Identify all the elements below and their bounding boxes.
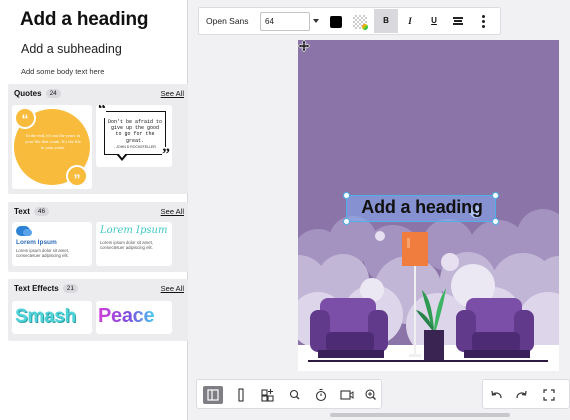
text-card-title: Lorem Ipsum — [100, 225, 168, 236]
text-effects-title: Text Effects — [14, 284, 59, 293]
effect-smash-text: Smash — [15, 306, 76, 327]
more-options-icon[interactable] — [471, 9, 495, 33]
text-card-title: Lorem Ipsum — [16, 239, 57, 246]
close-quote-icon: ” — [162, 146, 170, 163]
text-effects-header: Text Effects 21 — [14, 284, 78, 293]
italic-button[interactable]: I — [398, 9, 422, 33]
move-cursor-icon — [298, 40, 310, 52]
text-card-body: Lorem ipsum dolor sit amet, consectetuer… — [16, 248, 70, 259]
zoom-in-icon[interactable] — [361, 386, 381, 404]
horizontal-scrollbar[interactable] — [330, 413, 510, 417]
add-subheading-preset[interactable]: Add a subheading — [21, 42, 122, 56]
text-format-toolbar: Open Sans 64 B I U — [198, 7, 501, 35]
canvas-tools-bar — [196, 379, 382, 409]
text-panel: Add a heading Add a subheading Add some … — [0, 0, 188, 420]
font-family-select[interactable]: Open Sans — [206, 16, 249, 26]
fullscreen-icon[interactable] — [539, 386, 559, 404]
quote-card-author: - JOHN D ROCKEFELLER — [114, 145, 156, 149]
quote-card-text: In the end, it's not the years in your l… — [25, 133, 81, 150]
text-title: Text — [14, 207, 30, 216]
open-quote-icon: “ — [14, 107, 36, 129]
text-section: Text 46 See All Lorem Ipsum Lorem ipsum … — [8, 202, 188, 272]
text-see-all-link[interactable]: See All — [161, 207, 184, 216]
bold-button[interactable]: B — [374, 9, 398, 33]
text-background-icon[interactable] — [353, 15, 368, 30]
resize-handle-top-right[interactable] — [492, 192, 499, 199]
text-color-swatch[interactable] — [330, 16, 342, 28]
text-effects-section: Text Effects 21 See All Smash Peace — [8, 279, 188, 341]
effect-peace-text: Peace — [98, 305, 155, 327]
open-quote-icon: “ — [98, 105, 106, 118]
resize-handle-bottom-left[interactable] — [343, 218, 350, 225]
zoom-icon[interactable] — [285, 386, 305, 404]
text-count: 46 — [33, 207, 50, 216]
quote-card-orange[interactable]: “ ” In the end, it's not the years in yo… — [12, 105, 92, 189]
selected-heading-textbox[interactable]: Add a heading — [346, 195, 496, 222]
font-size-dropdown-icon[interactable] — [313, 19, 319, 23]
text-header: Text 46 — [14, 207, 50, 216]
undo-icon[interactable] — [487, 386, 507, 404]
underline-button[interactable]: U — [422, 9, 446, 33]
align-center-button[interactable] — [446, 9, 470, 33]
design-canvas[interactable]: Add a heading — [298, 40, 559, 371]
add-heading-preset[interactable]: Add a heading — [20, 9, 148, 31]
quote-card-speech[interactable]: “ ” Don't be afraid to give up the good … — [96, 105, 172, 167]
text-effects-see-all-link[interactable]: See All — [161, 284, 184, 293]
quotes-count: 24 — [45, 89, 61, 98]
quotes-header: Quotes 24 — [14, 89, 61, 98]
video-icon[interactable] — [337, 386, 357, 404]
add-body-text-preset[interactable]: Add some body text here — [21, 67, 104, 76]
effect-card-smash[interactable]: Smash — [12, 301, 92, 334]
text-effects-count: 21 — [62, 284, 78, 293]
font-size-input[interactable]: 64 — [260, 12, 310, 31]
quotes-section: Quotes 24 See All “ ” In the end, it's n… — [8, 84, 188, 194]
history-view-bar — [482, 379, 570, 409]
layout-icon[interactable] — [203, 386, 223, 404]
add-page-icon[interactable] — [257, 386, 277, 404]
resize-handle-bottom-right[interactable] — [492, 218, 499, 225]
redo-icon[interactable] — [511, 386, 531, 404]
close-quote-icon: ” — [66, 165, 88, 187]
timer-icon[interactable] — [311, 386, 331, 404]
page-icon[interactable] — [231, 386, 251, 404]
quotes-title: Quotes — [14, 89, 42, 98]
text-card-body: Lorem ipsum dolor sit amet, consectetuer… — [100, 240, 154, 251]
quotes-see-all-link[interactable]: See All — [161, 89, 184, 98]
text-card-script[interactable]: Lorem Ipsum Lorem ipsum dolor sit amet, … — [96, 222, 172, 266]
resize-handle-top-left[interactable] — [343, 192, 350, 199]
quote-card-text: Don't be afraid to give up the good to g… — [108, 119, 163, 144]
text-card-blue[interactable]: Lorem Ipsum Lorem ipsum dolor sit amet, … — [12, 222, 92, 266]
canvas-heading-text[interactable]: Add a heading — [347, 197, 497, 218]
effect-card-peace[interactable]: Peace — [96, 301, 172, 334]
